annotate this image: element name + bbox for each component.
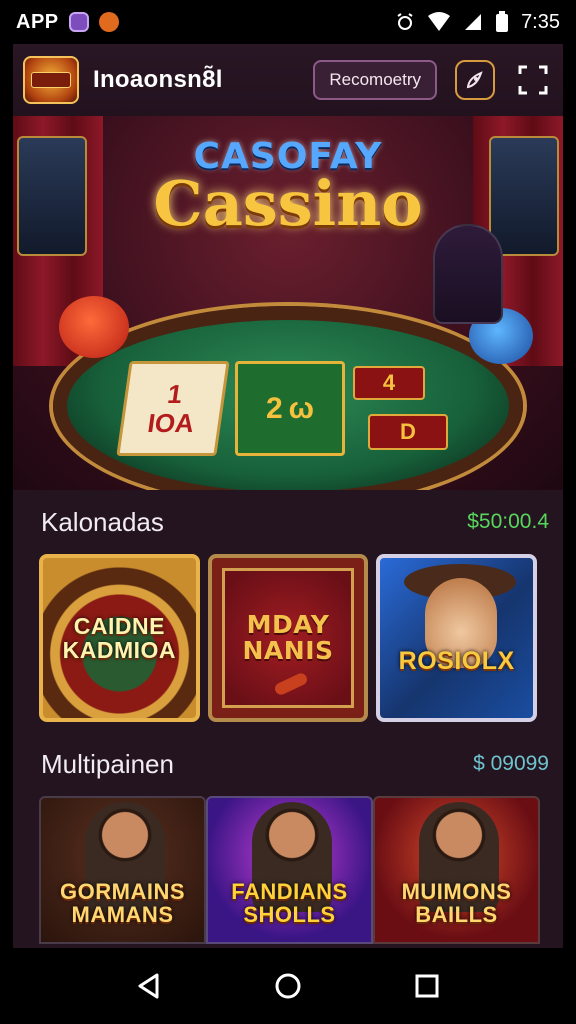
rocket-icon xyxy=(466,71,483,89)
section-title: Multipainen xyxy=(41,748,174,779)
hero-heading: Cassino xyxy=(153,167,423,240)
back-icon xyxy=(138,973,159,999)
table-card-label: 2 ω xyxy=(265,391,315,425)
logo-badge xyxy=(31,72,71,88)
game-card-label: MUIMONS BAILLS xyxy=(401,878,512,927)
tile-ornament xyxy=(272,671,309,697)
section-amount: $50:00.4 xyxy=(467,510,549,533)
app-window: Inoaonsn8̃l Recomoetry 1 IOA 2 ω 4 D CAS… xyxy=(13,44,563,948)
app-header: Inoaonsn8̃l Recomoetry xyxy=(13,44,563,116)
back-button[interactable] xyxy=(127,964,171,1008)
status-time: 7:35 xyxy=(521,10,560,33)
status-bar: APP 7:35 xyxy=(0,0,576,44)
game-card[interactable]: MUIMONS BAILLS xyxy=(373,796,540,944)
home-icon xyxy=(275,973,301,999)
game-tile[interactable]: CAIDNE KADMIOA xyxy=(39,554,200,722)
app-title: Inoaonsn8̃l xyxy=(93,66,223,93)
table-card: 1 IOA xyxy=(116,361,230,456)
hero-title: CASOFAY Cassino xyxy=(13,136,563,235)
table-card: 4 xyxy=(353,366,425,400)
status-app-label: APP xyxy=(16,10,59,33)
app-logo[interactable] xyxy=(23,56,79,104)
game-tile-label: CAIDNE KADMIOA xyxy=(62,612,177,663)
red-mascot xyxy=(59,296,129,358)
hero-banner[interactable]: 1 IOA 2 ω 4 D CASOFAY Cassino xyxy=(13,116,563,490)
game-card-label: FANDIANS SHOLLS xyxy=(231,878,348,927)
game-tile[interactable]: MDAY NANIS xyxy=(207,554,369,722)
table-card: 2 ω xyxy=(235,361,345,456)
dealer-figure xyxy=(433,224,503,324)
game-tile-label: ROSIOLX xyxy=(398,646,515,675)
section-amount: $ 09099 xyxy=(473,752,549,775)
recommend-button[interactable]: Recomoetry xyxy=(313,60,437,100)
game-row: GORMAINS MAMANS FANDIANS SHOLLS MUIMONS … xyxy=(13,796,563,944)
table-card: D xyxy=(368,414,448,450)
scan-icon xyxy=(518,65,548,95)
rocket-button[interactable] xyxy=(455,60,495,100)
game-card-label: GORMAINS MAMANS xyxy=(60,878,185,927)
app-icon-purple xyxy=(68,12,89,32)
table-card-label: 1 IOA xyxy=(145,378,197,438)
home-button[interactable] xyxy=(266,964,310,1008)
section-header: Kalonadas $50:00.4 xyxy=(13,490,563,554)
table-card-label: D xyxy=(400,419,416,444)
game-row: CAIDNE KADMIOA MDAY NANIS ROSIOLX xyxy=(13,554,563,722)
recents-button[interactable] xyxy=(405,964,449,1008)
table-card-label: 4 xyxy=(382,370,396,395)
recents-icon xyxy=(415,974,439,998)
section-title: Kalonadas xyxy=(41,506,164,537)
game-tile[interactable]: ROSIOLX xyxy=(376,554,538,722)
battery-icon xyxy=(496,11,509,32)
wifi-icon xyxy=(428,12,451,31)
game-card[interactable]: GORMAINS MAMANS xyxy=(39,796,206,944)
alarm-icon xyxy=(397,13,413,30)
scan-button[interactable] xyxy=(513,60,553,100)
app-icon-orange xyxy=(98,12,119,32)
system-nav-bar xyxy=(0,948,576,1024)
signal-icon xyxy=(465,14,482,30)
game-card[interactable]: FANDIANS SHOLLS xyxy=(206,796,373,944)
section-header: Multipainen $ 09099 xyxy=(13,732,563,796)
game-tile-label: MDAY NANIS xyxy=(242,609,334,665)
